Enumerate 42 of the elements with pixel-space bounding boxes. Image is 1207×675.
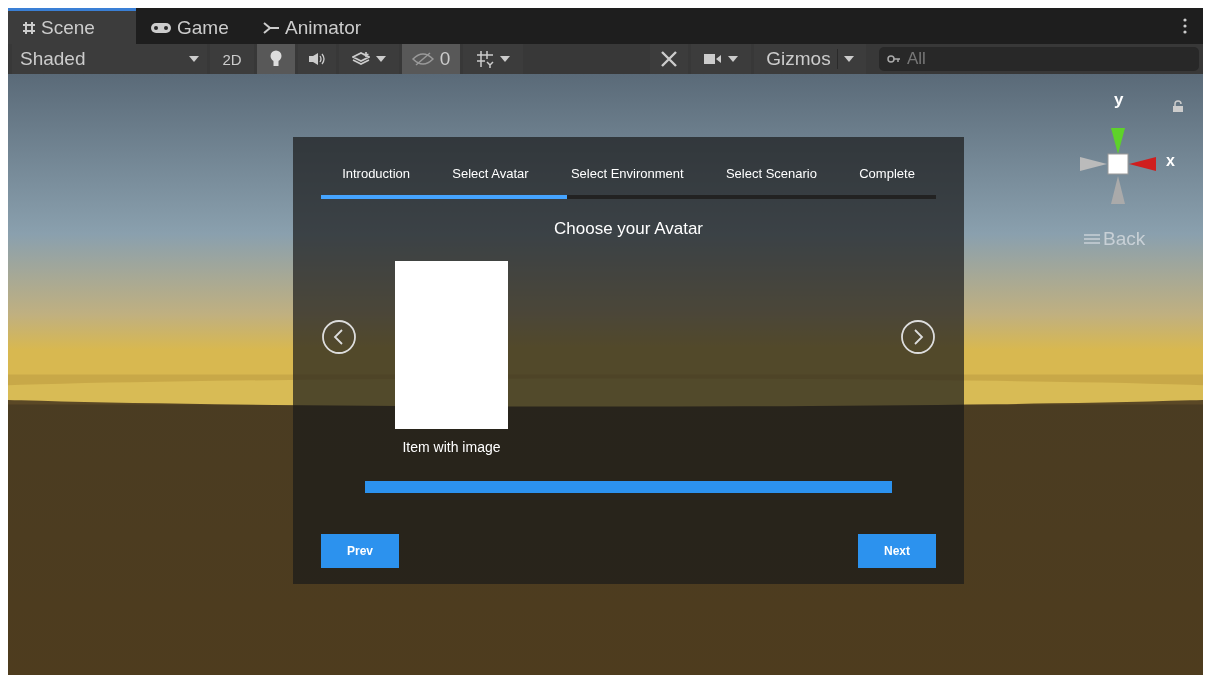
search-icon <box>887 54 901 64</box>
camera-dropdown[interactable] <box>691 44 751 74</box>
audio-toggle[interactable] <box>298 44 336 74</box>
branch-icon <box>262 20 280 35</box>
camera-icon <box>704 53 722 65</box>
wizard-step[interactable]: Complete <box>859 165 915 181</box>
caret-icon <box>728 56 738 62</box>
light-bulb-icon <box>270 50 282 68</box>
gamepad-icon <box>150 21 172 34</box>
gizmos-dropdown[interactable]: Gizmos <box>754 44 866 74</box>
search-field[interactable]: All <box>879 47 1199 71</box>
lighting-toggle[interactable] <box>257 44 295 74</box>
wizard-step[interactable]: Select Scenario <box>725 165 817 181</box>
layers-icon <box>352 51 370 67</box>
caret-icon <box>189 56 199 62</box>
effects-dropdown[interactable] <box>339 44 399 74</box>
tools-icon <box>660 50 678 68</box>
editor-tab[interactable]: Animator <box>248 8 376 44</box>
lock-icon[interactable] <box>1172 100 1184 112</box>
wizard-step[interactable]: Select Environment <box>570 165 684 181</box>
carousel-scrollbar[interactable] <box>365 481 892 493</box>
item-caption: Item with image <box>402 439 501 455</box>
grid-icon <box>22 20 36 35</box>
shading-dropdown[interactable]: Shaded <box>12 44 207 74</box>
grid-snap-icon <box>476 50 494 68</box>
wizard-step[interactable]: Introduction <box>342 165 411 181</box>
panel-heading: Choose your Avatar <box>553 219 704 239</box>
editor-tab[interactable]: Game <box>136 8 248 44</box>
grid-dropdown[interactable] <box>463 44 523 74</box>
wizard-step[interactable]: Select Avatar <box>452 165 529 181</box>
tools-button[interactable] <box>650 44 688 74</box>
caret-icon <box>376 56 386 62</box>
caret-icon <box>500 56 510 62</box>
more-icon[interactable] <box>1183 18 1187 34</box>
hidden-objects-toggle[interactable]: 0 <box>402 44 460 74</box>
hidden-eye-icon <box>411 52 434 66</box>
caret-icon <box>843 56 854 62</box>
editor-tab[interactable]: Scene <box>8 8 136 44</box>
orientation-gizmo-drawing[interactable]: y x <box>1078 90 1188 210</box>
speaker-icon <box>308 52 326 66</box>
menu-icon <box>1084 233 1100 245</box>
2d-toggle[interactable]: 2D <box>210 44 254 74</box>
